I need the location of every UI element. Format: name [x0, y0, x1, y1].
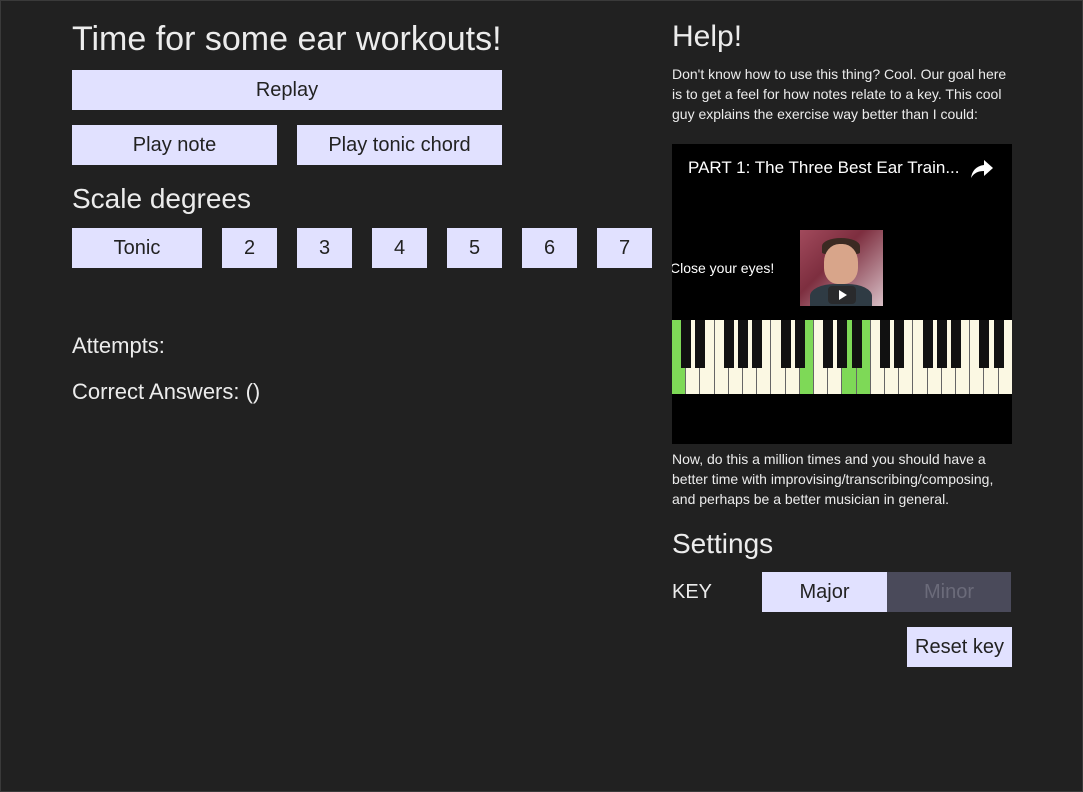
piano-keyboard — [672, 320, 1012, 394]
video-embed[interactable]: PART 1: The Three Best Ear Train... Clos… — [672, 144, 1012, 444]
help-outro-text: Now, do this a million times and you sho… — [672, 451, 994, 507]
page-title: Time for some ear workouts! — [72, 20, 502, 58]
degree-button-7[interactable]: 7 — [597, 228, 652, 268]
key-major-button[interactable]: Major — [762, 572, 887, 612]
piano-black-key — [936, 320, 947, 368]
piano-black-key — [794, 320, 805, 368]
piano-black-key — [894, 320, 905, 368]
attempts-counter: Attempts: — [72, 333, 165, 358]
degree-button-3[interactable]: 3 — [297, 228, 352, 268]
video-title[interactable]: PART 1: The Three Best Ear Train... — [688, 158, 960, 178]
replay-button[interactable]: Replay — [72, 70, 502, 110]
piano-black-key — [951, 320, 961, 368]
piano-black-key — [851, 320, 862, 368]
piano-black-key — [823, 320, 834, 368]
settings-heading: Settings — [672, 528, 774, 559]
piano-black-key — [993, 320, 1004, 368]
correct-answers-counter: Correct Answers: () — [72, 379, 261, 404]
piano-black-key — [880, 320, 890, 368]
piano-black-key — [681, 320, 692, 368]
degree-button-tonic[interactable]: Tonic — [72, 228, 202, 268]
degree-button-2[interactable]: 2 — [222, 228, 277, 268]
reset-key-button[interactable]: Reset key — [907, 627, 1012, 667]
play-tonic-chord-button[interactable]: Play tonic chord — [297, 125, 502, 165]
piano-black-key — [979, 320, 990, 368]
piano-black-key — [837, 320, 848, 368]
degree-button-5[interactable]: 5 — [447, 228, 502, 268]
piano-black-key — [752, 320, 763, 368]
share-icon[interactable] — [970, 158, 994, 180]
degree-button-6[interactable]: 6 — [522, 228, 577, 268]
play-icon[interactable] — [828, 286, 856, 304]
piano-black-key — [738, 320, 748, 368]
help-heading: Help! — [672, 20, 743, 53]
piano-black-key — [922, 320, 933, 368]
degree-button-4[interactable]: 4 — [372, 228, 427, 268]
help-intro-text: Don't know how to use this thing? Cool. … — [672, 66, 1007, 122]
video-caption: Close your eyes! — [672, 260, 775, 276]
piano-black-key — [723, 320, 734, 368]
piano-black-key — [695, 320, 706, 368]
play-note-button[interactable]: Play note — [72, 125, 277, 165]
key-minor-button[interactable]: Minor — [887, 572, 1011, 612]
key-label: KEY — [672, 581, 713, 603]
piano-black-key — [780, 320, 791, 368]
scale-degrees-heading: Scale degrees — [72, 183, 252, 214]
